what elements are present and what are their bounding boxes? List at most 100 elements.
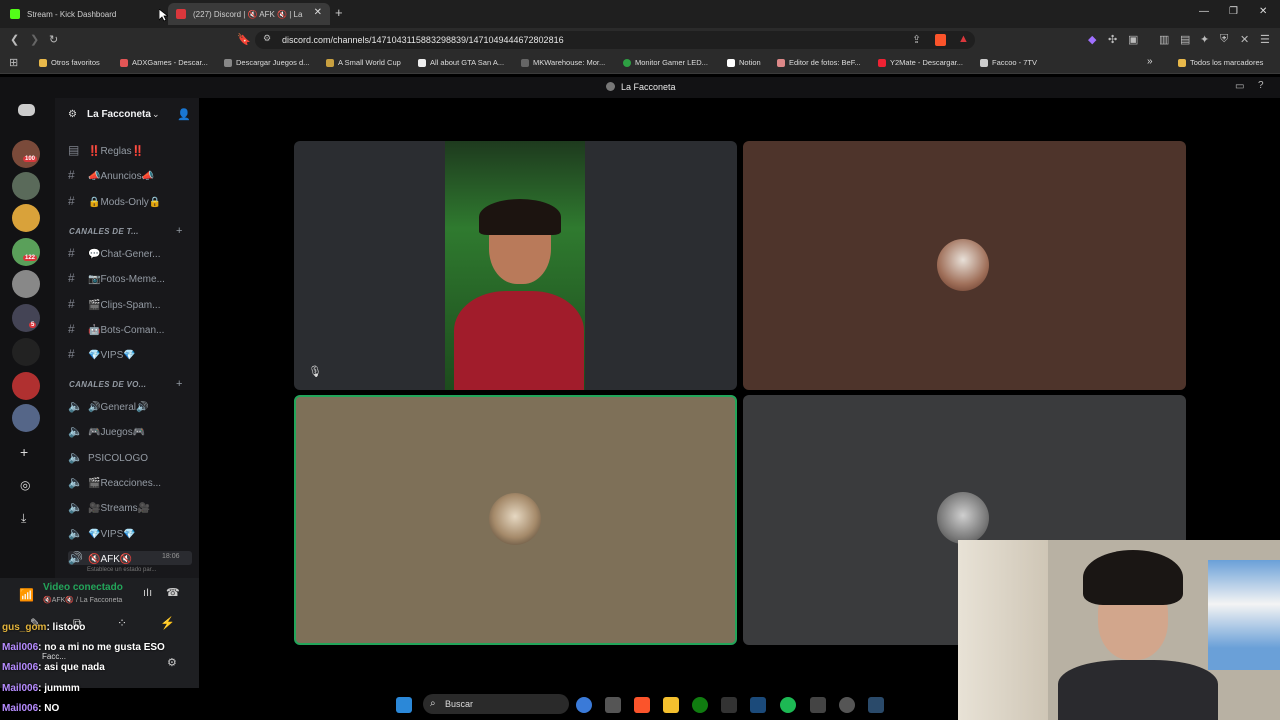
noise-suppression-icon[interactable]: ıIı [143, 587, 152, 599]
server-icon[interactable] [12, 172, 40, 200]
discord-home-icon[interactable] [18, 104, 35, 116]
rewards-icon[interactable]: ▲ [958, 33, 969, 45]
tab-discord[interactable]: (227) Discord | 🔇 AFK 🔇 | La ✕ [168, 3, 330, 25]
channel-mods-only[interactable]: # 🔒Mods-Only🔒 [68, 194, 161, 208]
help-icon[interactable]: ? [1258, 80, 1264, 91]
app-icon[interactable] [839, 697, 855, 713]
obs-icon[interactable] [810, 697, 826, 713]
share-icon[interactable]: ⇪ [912, 33, 921, 46]
maximize-button[interactable]: ❐ [1229, 6, 1238, 17]
server-icon[interactable] [12, 270, 40, 298]
bookmark-item[interactable]: MKWarehouse: Mor... [521, 58, 605, 67]
add-server-icon[interactable]: + [20, 444, 28, 460]
site-info-icon[interactable]: ⚙ [263, 33, 271, 44]
bookmark-item[interactable]: Y2Mate - Descargar... [878, 58, 963, 67]
close-icon[interactable]: ✕ [1240, 33, 1249, 46]
steam-icon[interactable] [750, 697, 766, 713]
bookmark-item[interactable]: Faccoo - 7TV [980, 58, 1037, 67]
chevron-down-icon[interactable]: ⌄ [152, 109, 160, 120]
brave-icon[interactable] [634, 697, 650, 713]
new-tab-button[interactable]: + [335, 5, 343, 20]
tab-kick-dashboard[interactable]: Stream - Kick Dashboard [2, 3, 162, 25]
signal-icon[interactable]: 📶 [19, 588, 34, 602]
category-text-channels[interactable]: CANALES DE T... [69, 227, 139, 236]
bookmark-item[interactable]: Monitor Gamer LED... [623, 58, 708, 67]
voice-channel-vips[interactable]: 🔈 💎VIPS💎 [68, 526, 136, 540]
apps-icon[interactable]: ⊞ [9, 56, 18, 69]
channel-clips-spam[interactable]: # 🎬Clips-Spam... [68, 297, 160, 311]
server-icon[interactable] [12, 404, 40, 432]
settings-gear-icon[interactable]: ⚙ [167, 656, 177, 669]
reload-icon[interactable]: ↻ [49, 33, 58, 46]
activities-icon[interactable]: ⁘ [117, 616, 127, 630]
close-tab-icon[interactable]: ✕ [314, 7, 322, 18]
taskbar-search[interactable]: ⌕ Buscar [423, 694, 569, 714]
forward-icon[interactable]: ❯ [30, 33, 39, 46]
add-channel-icon[interactable]: + [176, 378, 182, 390]
puzzle-icon[interactable]: ✣ [1108, 33, 1117, 46]
menu-icon[interactable]: ☰ [1260, 33, 1270, 46]
sidebar-icon[interactable]: ▥ [1159, 33, 1169, 46]
copilot-icon[interactable] [576, 697, 592, 713]
brave-shield-icon[interactable] [935, 34, 946, 46]
voice-channel-psicologo[interactable]: 🔈 PSICOLOGO [68, 450, 148, 464]
server-icon[interactable] [12, 304, 40, 332]
server-name[interactable]: La Facconeta [87, 109, 151, 120]
discover-icon[interactable]: ◎ [20, 478, 30, 492]
add-channel-icon[interactable]: + [176, 225, 182, 237]
server-icon[interactable] [12, 372, 40, 400]
voice-channel-general[interactable]: 🔈 🔊General🔊 [68, 399, 148, 413]
spotify-icon[interactable] [780, 697, 796, 713]
bookmark-item[interactable]: Todos los marcadores [1178, 58, 1263, 67]
minimize-button[interactable]: — [1199, 6, 1209, 17]
channel-anuncios[interactable]: # 📣Anuncios📣 [68, 168, 154, 182]
wallet-icon[interactable]: ▤ [1180, 33, 1190, 46]
epic-games-icon[interactable] [721, 697, 737, 713]
bookmark-label: Y2Mate - Descargar... [890, 58, 963, 67]
video-tile-user-speaking[interactable] [294, 395, 737, 645]
channel-bots-comandos[interactable]: # 🤖Bots-Coman... [68, 322, 164, 336]
download-icon[interactable]: ⤓ [21, 511, 26, 526]
xbox-icon[interactable] [692, 697, 708, 713]
server-icon[interactable] [12, 338, 40, 366]
leo-icon[interactable]: ✦ [1200, 33, 1209, 46]
app-icon[interactable] [868, 697, 884, 713]
bookmark-item[interactable]: ADXGames - Descar... [120, 58, 208, 67]
user-name[interactable]: Facc... [42, 652, 66, 661]
bookmark-item[interactable]: A Small World Cup [326, 58, 401, 67]
bookmark-icon[interactable]: 🔖 [237, 33, 251, 46]
file-explorer-icon[interactable] [663, 697, 679, 713]
video-tile-user-2[interactable] [743, 141, 1186, 390]
screenshot-icon[interactable]: ▣ [1128, 33, 1138, 46]
channel-rules[interactable]: ▤ ‼️Reglas‼️ [68, 143, 144, 157]
channel-vips-text[interactable]: # 💎VIPS💎 [68, 347, 136, 361]
soundboard-icon[interactable]: ⚡ [160, 616, 175, 630]
back-icon[interactable]: ❮ [10, 33, 19, 46]
disconnect-icon[interactable]: ☎ [166, 586, 180, 599]
bookmark-item[interactable]: All about GTA San A... [418, 58, 504, 67]
bookmark-item[interactable]: Editor de fotos: BeF... [777, 58, 861, 67]
channel-chat-general[interactable]: # 💬Chat-Gener... [68, 246, 160, 260]
category-voice-channels[interactable]: CANALES DE VO... [69, 380, 146, 389]
bookmark-item[interactable]: Descargar Juegos d... [224, 58, 309, 67]
server-icon[interactable] [12, 238, 40, 266]
vpn-icon[interactable]: ⛨ [1220, 33, 1228, 46]
video-tile-camera[interactable]: 🎙 [294, 141, 737, 390]
bookmark-item[interactable]: Notion [727, 58, 761, 67]
voice-channel-juegos[interactable]: 🔈 🎮Juegos🎮 [68, 424, 145, 438]
windows-start-icon[interactable] [396, 697, 412, 713]
invite-icon[interactable]: 👤 [177, 108, 191, 121]
person-hair [479, 199, 561, 235]
voice-channel-reacciones[interactable]: 🔈 🎬Reacciones... [68, 475, 161, 489]
inbox-icon[interactable]: ▭ [1235, 81, 1244, 92]
server-icon[interactable] [12, 204, 40, 232]
pen-icon[interactable] [605, 697, 621, 713]
channel-label: 🎮Juegos🎮 [88, 427, 146, 438]
close-window-button[interactable]: ✕ [1259, 6, 1267, 17]
more-bookmarks-icon[interactable]: » [1147, 56, 1153, 67]
bookmark-item[interactable]: Otros favoritos [39, 58, 100, 67]
channel-fotos-memes[interactable]: # 📷Fotos-Meme... [68, 271, 165, 285]
voice-channel-streams[interactable]: 🔈 🎥Streams🎥 [68, 500, 150, 514]
server-icon[interactable] [12, 140, 40, 168]
extension-icon[interactable]: ◆ [1088, 33, 1096, 46]
